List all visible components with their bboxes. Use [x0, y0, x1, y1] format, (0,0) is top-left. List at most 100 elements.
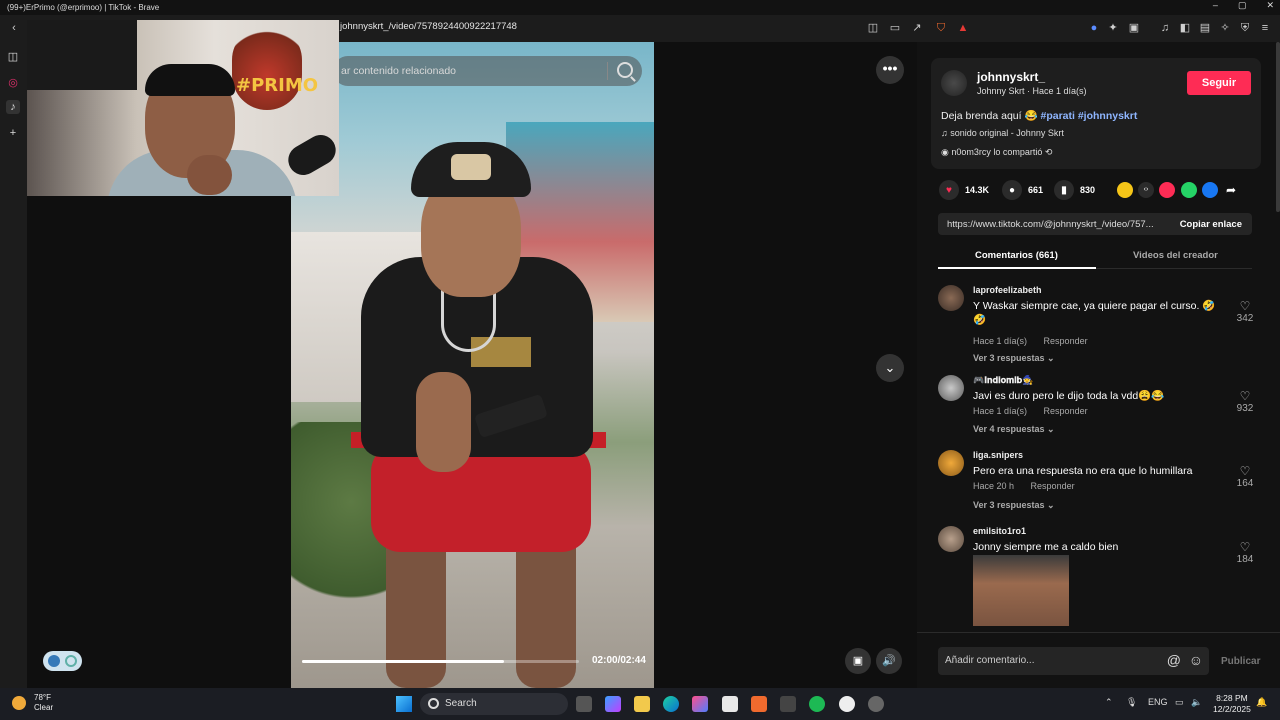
- heart-outline-icon: ♡: [1239, 299, 1251, 313]
- address-bar[interactable]: johnnyskrt_/video/7578924400922217748: [340, 21, 517, 32]
- comment-username[interactable]: liga.snipers: [973, 450, 1023, 460]
- panel-scrollbar[interactable]: [1276, 42, 1280, 212]
- sound-info[interactable]: ♫ sonido original - Johnny Skrt: [941, 128, 1064, 138]
- comment-username[interactable]: laprofeelizabeth: [973, 285, 1042, 295]
- task-view-icon[interactable]: [576, 696, 592, 712]
- reply-button[interactable]: Responder: [1044, 336, 1088, 346]
- instagram-icon[interactable]: ◎: [6, 76, 20, 90]
- add-panel-icon[interactable]: +: [6, 126, 20, 140]
- video-link[interactable]: https://www.tiktok.com/@johnnyskrt_/vide…: [947, 219, 1162, 230]
- language-indicator[interactable]: ENG: [1148, 697, 1168, 707]
- tray-chevron-icon[interactable]: ⌃: [1105, 697, 1113, 708]
- panel-icon[interactable]: ◫: [6, 50, 20, 64]
- add-comment-input[interactable]: Añadir comentario... @ ☺: [938, 647, 1209, 675]
- shield-icon[interactable]: ⛨: [1238, 21, 1252, 35]
- video-progress-bar[interactable]: [302, 660, 579, 663]
- brave-icon[interactable]: [751, 696, 767, 712]
- brave-shields-icon[interactable]: ⛉: [934, 21, 948, 35]
- comment-avatar[interactable]: [938, 375, 964, 401]
- edge-icon[interactable]: [663, 696, 679, 712]
- comment-username[interactable]: emilsito1ro1: [973, 526, 1026, 536]
- next-video-button[interactable]: ⌄: [876, 354, 904, 382]
- comment-time: Hace 1 día(s): [973, 406, 1028, 416]
- close-button[interactable]: ✕: [1266, 0, 1274, 11]
- volume-icon[interactable]: 🔊: [876, 648, 902, 674]
- moon-icon: [12, 696, 26, 710]
- creator-username[interactable]: johnnyskrt_: [977, 70, 1045, 84]
- app-icon[interactable]: [868, 696, 884, 712]
- coin-icon[interactable]: [1117, 182, 1133, 198]
- more-options-button[interactable]: •••: [876, 56, 904, 84]
- vpn-icon[interactable]: ●: [1087, 21, 1101, 35]
- sidebar-icon[interactable]: ◧: [1178, 21, 1192, 35]
- extensions-icon[interactable]: ✦: [1106, 21, 1120, 35]
- minimize-button[interactable]: –: [1213, 0, 1218, 11]
- comment-like[interactable]: ♡ 932: [1232, 389, 1258, 414]
- hashtags[interactable]: #parati #johnnyskrt: [1040, 110, 1137, 122]
- wallet2-icon[interactable]: ▤: [1198, 21, 1212, 35]
- view-replies-button[interactable]: Ver 4 respuestas ⌄: [973, 424, 1055, 435]
- send-icon[interactable]: [1159, 182, 1175, 198]
- sound-label: sonido original - Johnny Skrt: [950, 128, 1064, 138]
- cast-icon[interactable]: ▭: [888, 21, 902, 35]
- start-button[interactable]: [396, 696, 412, 712]
- tab-comments[interactable]: Comentarios (661): [975, 250, 1058, 261]
- save-action[interactable]: ▮ 830: [1054, 180, 1095, 200]
- publish-button[interactable]: Publicar: [1221, 656, 1260, 667]
- menu-icon[interactable]: ≡: [1258, 21, 1272, 35]
- office-icon[interactable]: [692, 696, 708, 712]
- like-action[interactable]: ♥ 14.3K: [939, 180, 989, 200]
- reply-button[interactable]: Responder: [1044, 406, 1088, 416]
- spotify-icon[interactable]: [809, 696, 825, 712]
- obs-icon[interactable]: [839, 696, 855, 712]
- share-icon[interactable]: ↗: [910, 21, 924, 35]
- embed-icon[interactable]: ‹›: [1138, 182, 1154, 198]
- comment-like[interactable]: ♡ 342: [1232, 299, 1258, 324]
- share-arrow-icon[interactable]: ➦: [1223, 182, 1239, 198]
- comment-action[interactable]: ● 661: [1002, 180, 1043, 200]
- mention-icon[interactable]: @: [1167, 652, 1181, 668]
- media-icon[interactable]: ♫: [1158, 21, 1172, 35]
- view-replies-button[interactable]: Ver 3 respuestas ⌄: [973, 500, 1055, 511]
- floating-widget[interactable]: [43, 651, 82, 671]
- copilot-icon[interactable]: [605, 696, 621, 712]
- system-clock[interactable]: 8:28 PM 12/2/2025: [1213, 693, 1251, 715]
- action-row: ♥ 14.3K ● 661 ▮ 830 ‹› ➦: [931, 180, 1266, 202]
- video-player[interactable]: [291, 42, 654, 688]
- taskbar-search[interactable]: Search: [420, 693, 568, 715]
- tab-creator-videos[interactable]: Videos del creador: [1133, 250, 1218, 261]
- copy-link-button[interactable]: Copiar enlace: [1180, 219, 1242, 230]
- comment-avatar[interactable]: [938, 526, 964, 552]
- back-icon[interactable]: ‹: [7, 21, 21, 35]
- comment-image[interactable]: [973, 555, 1069, 626]
- emoji-icon[interactable]: ☺: [1189, 652, 1203, 668]
- view-replies-button[interactable]: Ver 3 respuestas ⌄: [973, 353, 1055, 364]
- wallet-icon[interactable]: ▣: [1127, 21, 1141, 35]
- controller-icon[interactable]: [780, 696, 796, 712]
- comment-avatar[interactable]: [938, 450, 964, 476]
- comment-avatar[interactable]: [938, 285, 964, 311]
- network-icon[interactable]: ▭: [1175, 697, 1184, 708]
- whatsapp-icon[interactable]: [1181, 182, 1197, 198]
- comment-like[interactable]: ♡ 164: [1232, 464, 1258, 489]
- follow-button[interactable]: Seguir: [1187, 71, 1251, 95]
- comment-username[interactable]: 🎮𝐈𝐧𝐝𝐢𝐨𝐦𝐥𝐛🧙: [973, 375, 1033, 386]
- shared-info: ◉ n0om3rcy lo compartió ⟲: [941, 147, 1052, 158]
- notification-icon[interactable]: 🔔: [1256, 697, 1267, 708]
- store-icon[interactable]: [722, 696, 738, 712]
- reply-button[interactable]: Responder: [1031, 481, 1075, 491]
- comment-like[interactable]: ♡ 184: [1232, 540, 1258, 565]
- reader-icon[interactable]: ◫: [866, 21, 880, 35]
- tiktok-icon[interactable]: ♪: [6, 100, 20, 114]
- brave-rewards-icon[interactable]: ▲: [956, 21, 970, 35]
- maximize-button[interactable]: ▢: [1238, 0, 1247, 11]
- leo-icon[interactable]: ✧: [1218, 21, 1232, 35]
- speaker-icon[interactable]: 🔈: [1191, 697, 1202, 708]
- facebook-icon[interactable]: [1202, 182, 1218, 198]
- microphone-icon[interactable]: 🎙: [1126, 697, 1137, 708]
- miniplayer-icon[interactable]: ▣: [845, 648, 871, 674]
- file-explorer-icon[interactable]: [634, 696, 650, 712]
- creator-avatar[interactable]: [941, 70, 967, 96]
- related-search-input[interactable]: ar contenido relacionado: [333, 56, 642, 86]
- search-icon[interactable]: [617, 62, 633, 78]
